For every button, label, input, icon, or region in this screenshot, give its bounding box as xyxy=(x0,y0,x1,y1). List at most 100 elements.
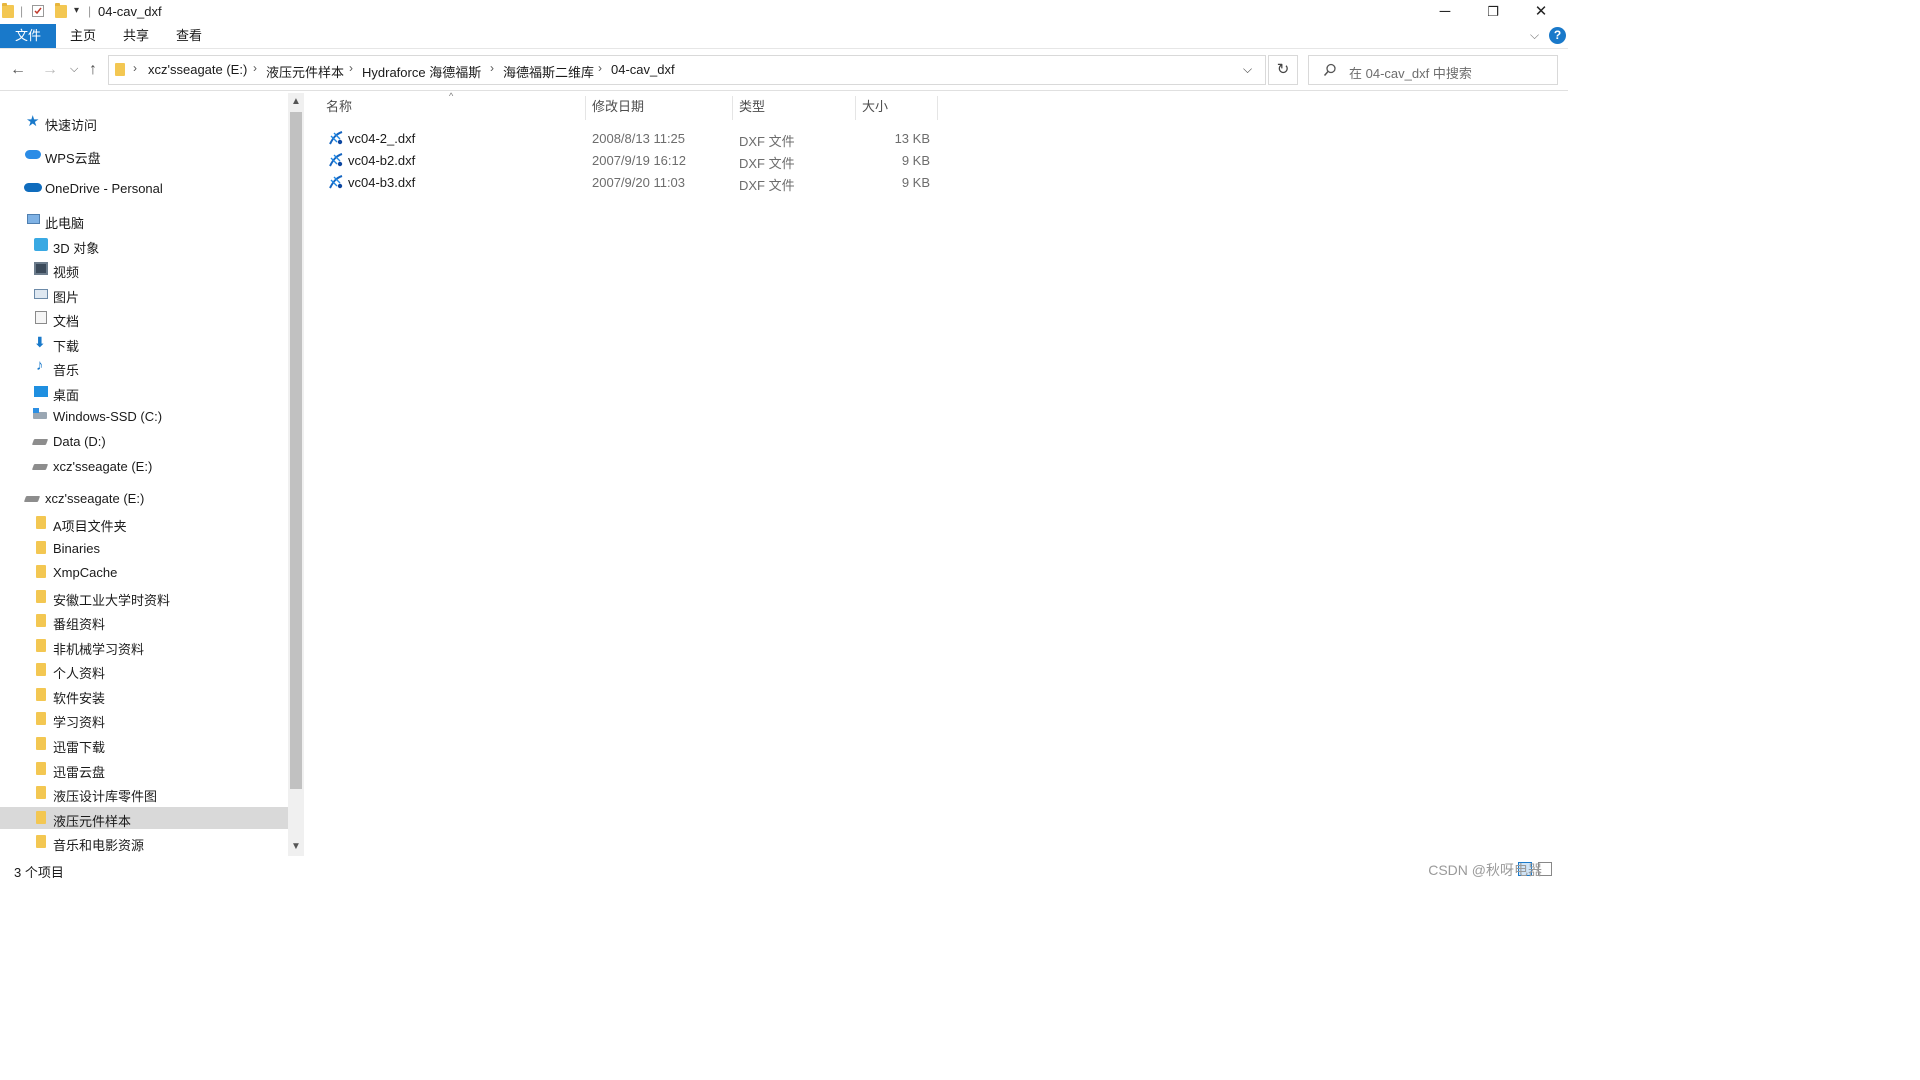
nav-label: XmpCache xyxy=(53,565,118,580)
title-bar: | ▾ | 04-cav_dxf ─ ❐ ✕ xyxy=(0,0,1568,24)
breadcrumb-separator[interactable]: › xyxy=(133,61,137,75)
folder-icon xyxy=(36,835,46,848)
nav-3d-objects[interactable]: 3D 对象 xyxy=(0,234,288,256)
recent-locations-button[interactable]: ⌵ xyxy=(70,63,78,76)
refresh-button[interactable]: ↻ xyxy=(1268,55,1298,85)
nav-folder-item[interactable]: 迅雷下载 xyxy=(0,733,288,755)
file-row[interactable]: vc04-2_.dxf 2008/8/13 11:25 DXF 文件 13 KB xyxy=(320,127,940,149)
ribbon-tabs: 文件 主页 共享 查看 ⌵ ? xyxy=(0,24,1568,49)
help-icon[interactable]: ? xyxy=(1549,27,1566,44)
nav-folder-item[interactable]: 液压元件样本 xyxy=(0,807,288,829)
window-title: 04-cav_dxf xyxy=(98,4,162,19)
nav-this-pc[interactable]: 此电脑 xyxy=(0,209,288,231)
close-button[interactable]: ✕ xyxy=(1518,0,1564,24)
nav-wps-cloud[interactable]: WPS云盘 xyxy=(0,144,288,166)
up-button[interactable]: ↑ xyxy=(89,61,97,79)
file-row[interactable]: vc04-b3.dxf 2007/9/20 11:03 DXF 文件 9 KB xyxy=(320,171,940,193)
nav-label: 此电脑 xyxy=(45,216,85,231)
nav-videos[interactable]: 视频 xyxy=(0,258,288,280)
dxf-file-icon xyxy=(329,175,343,189)
file-name[interactable]: vc04-2_.dxf xyxy=(348,131,415,146)
nav-drive-d[interactable]: Data (D:) xyxy=(0,430,288,452)
address-row: ← → ⌵ ↑ › xcz'sseagate (E:) › 液压元件样本 › H… xyxy=(0,50,1568,91)
forward-button[interactable]: → xyxy=(42,61,58,79)
scroll-down-arrow[interactable]: ▼ xyxy=(288,841,304,852)
cloud-icon xyxy=(24,183,42,192)
column-header-date[interactable]: 修改日期 xyxy=(586,96,733,120)
file-size: 13 KB xyxy=(894,131,930,146)
nav-desktop[interactable]: 桌面 xyxy=(0,381,288,403)
nav-label: 文档 xyxy=(53,314,80,329)
nav-pictures[interactable]: 图片 xyxy=(0,283,288,305)
nav-label: 图片 xyxy=(53,290,80,305)
nav-downloads[interactable]: ⬇ 下载 xyxy=(0,332,288,354)
nav-label: Data (D:) xyxy=(53,434,106,449)
navigation-pane: ★ 快速访问 WPS云盘 OneDrive - Personal 此电脑 3D … xyxy=(0,93,288,856)
column-header-size[interactable]: 大小 xyxy=(856,96,938,120)
nav-folder-item[interactable]: 音乐和电影资源 xyxy=(0,831,288,853)
breadcrumb-hydraforce[interactable]: Hydraforce 海德福斯 xyxy=(362,62,481,81)
scrollbar-thumb[interactable] xyxy=(290,112,302,789)
nav-drive-e-root[interactable]: xcz'sseagate (E:) xyxy=(0,487,288,509)
nav-folder-item[interactable]: Binaries xyxy=(0,537,288,559)
nav-folder-item[interactable]: A项目文件夹 xyxy=(0,512,288,534)
toolbar-divider: | xyxy=(88,4,92,18)
breadcrumb-separator[interactable]: › xyxy=(349,61,353,75)
nav-folder-item[interactable]: 个人资料 xyxy=(0,659,288,681)
address-bar[interactable]: › xcz'sseagate (E:) › 液压元件样本 › Hydraforc… xyxy=(108,55,1266,85)
file-name[interactable]: vc04-b2.dxf xyxy=(348,153,415,168)
expand-ribbon-icon[interactable]: ⌵ xyxy=(1530,28,1539,43)
nav-onedrive[interactable]: OneDrive - Personal xyxy=(0,177,288,199)
document-icon xyxy=(35,311,47,324)
restore-button[interactable]: ❐ xyxy=(1470,0,1516,24)
column-header-name[interactable]: 名称 xyxy=(320,96,586,120)
folder-icon xyxy=(36,712,46,725)
nav-quick-access[interactable]: ★ 快速访问 xyxy=(0,111,288,133)
minimize-button[interactable]: ─ xyxy=(1422,0,1468,24)
address-history-dropdown[interactable]: ⌵ xyxy=(1243,62,1252,77)
breadcrumb-drive[interactable]: xcz'sseagate (E:) xyxy=(148,62,247,77)
folder-icon xyxy=(36,565,46,578)
breadcrumb-current[interactable]: 04-cav_dxf xyxy=(611,62,675,77)
nav-music[interactable]: ♪ 音乐 xyxy=(0,356,288,378)
column-header-type[interactable]: 类型 xyxy=(733,96,856,120)
nav-folder-item[interactable]: 学习资料 xyxy=(0,708,288,730)
nav-documents[interactable]: 文档 xyxy=(0,307,288,329)
search-icon xyxy=(1323,63,1336,76)
scroll-up-arrow[interactable]: ▲ xyxy=(288,96,304,107)
tab-share[interactable]: 共享 xyxy=(111,24,161,48)
music-note-icon: ♪ xyxy=(36,357,44,374)
nav-drive-c[interactable]: Windows-SSD (C:) xyxy=(0,405,288,427)
file-name[interactable]: vc04-b3.dxf xyxy=(348,175,415,190)
nav-drive-e[interactable]: xcz'sseagate (E:) xyxy=(0,455,288,477)
search-input[interactable]: 在 04-cav_dxf 中搜索 xyxy=(1349,63,1472,82)
status-bar: 3 个项目 xyxy=(0,856,1568,885)
nav-folder-item[interactable]: 非机械学习资料 xyxy=(0,635,288,657)
tab-view[interactable]: 查看 xyxy=(164,24,214,48)
properties-check-icon[interactable] xyxy=(32,5,44,17)
back-button[interactable]: ← xyxy=(10,61,26,79)
breadcrumb-separator[interactable]: › xyxy=(253,61,257,75)
nav-label: 音乐和电影资源 xyxy=(53,838,145,853)
drive-icon xyxy=(23,496,41,502)
folder-icon xyxy=(36,811,46,824)
nav-folder-item[interactable]: 安徽工业大学时资料 xyxy=(0,586,288,608)
breadcrumb-2d-library[interactable]: 海德福斯二维库 xyxy=(503,62,594,81)
folder-icon xyxy=(2,3,14,18)
breadcrumb-samples[interactable]: 液压元件样本 xyxy=(266,62,344,81)
search-box[interactable]: 在 04-cav_dxf 中搜索 xyxy=(1308,55,1558,85)
tab-home[interactable]: 主页 xyxy=(58,24,108,48)
breadcrumb-separator[interactable]: › xyxy=(490,61,494,75)
nav-folder-item[interactable]: 番组资料 xyxy=(0,610,288,632)
file-type: DXF 文件 xyxy=(739,134,795,149)
nav-folder-item[interactable]: 迅雷云盘 xyxy=(0,758,288,780)
nav-folder-item[interactable]: 软件安装 xyxy=(0,684,288,706)
file-row[interactable]: vc04-b2.dxf 2007/9/19 16:12 DXF 文件 9 KB xyxy=(320,149,940,171)
new-folder-icon[interactable] xyxy=(55,3,67,18)
customize-toolbar-icon[interactable]: ▾ xyxy=(74,5,79,16)
film-icon xyxy=(34,262,48,275)
tab-file[interactable]: 文件 xyxy=(0,24,56,48)
breadcrumb-separator[interactable]: › xyxy=(598,61,602,75)
nav-folder-item[interactable]: XmpCache xyxy=(0,561,288,583)
nav-folder-item[interactable]: 液压设计库零件图 xyxy=(0,782,288,804)
